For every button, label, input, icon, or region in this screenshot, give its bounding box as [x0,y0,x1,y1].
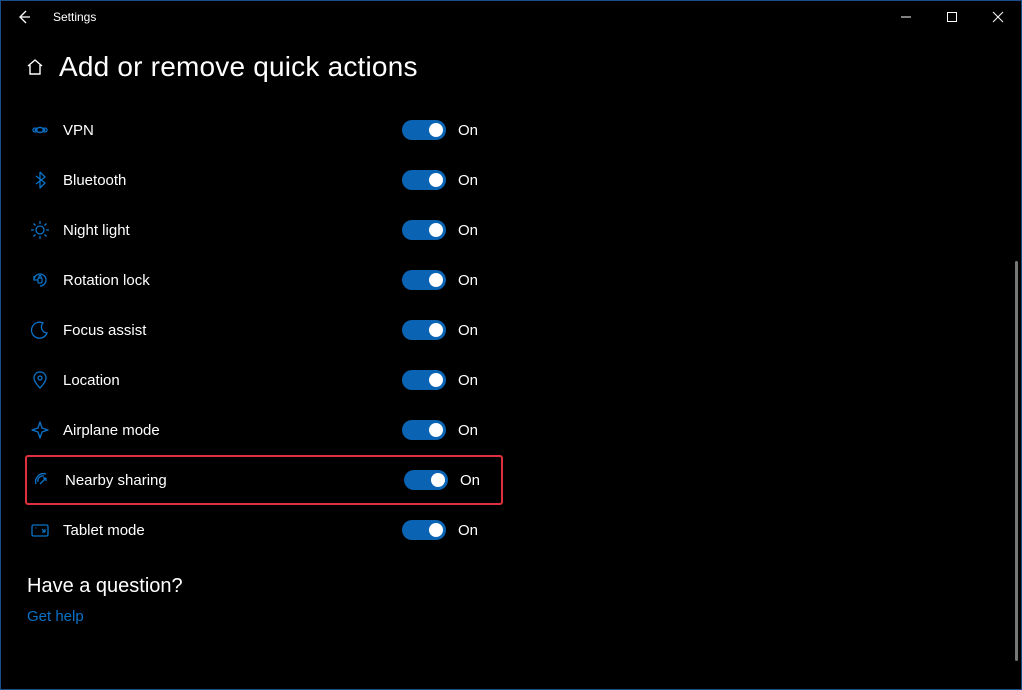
toggle-knob [429,173,443,187]
tablet-mode-icon [25,520,55,540]
night-light-toggle[interactable] [402,220,446,240]
action-left: Location [25,370,402,390]
maximize-button[interactable] [929,1,975,33]
toggle-state-label: On [460,472,480,489]
action-label: Night light [55,222,130,239]
action-label: Rotation lock [55,272,150,289]
action-left: VPN [25,120,402,140]
vpn-toggle[interactable] [402,120,446,140]
window-title: Settings [47,10,96,24]
toggle-state-label: On [458,372,478,389]
rotation-lock-toggle[interactable] [402,270,446,290]
vertical-scrollbar[interactable] [1015,261,1018,661]
focus-assist-toggle[interactable] [402,320,446,340]
minimize-icon [900,11,912,23]
toggle-state-label: On [458,122,478,139]
get-help-link[interactable]: Get help [27,608,997,625]
window-controls [883,1,1021,33]
close-button[interactable] [975,1,1021,33]
toggle-knob [429,523,443,537]
close-icon [992,11,1004,23]
quick-actions-list: VPNOnBluetoothOnNight lightOnRotation lo… [25,105,503,555]
toggle-state-label: On [458,272,478,289]
action-label: Location [55,372,120,389]
action-row-location: Location On [25,355,503,405]
toggle-state-label: On [458,522,478,539]
action-label: Bluetooth [55,172,126,189]
toggle-knob [431,473,445,487]
action-row-tablet-mode: Tablet mode On [25,505,503,555]
action-row-nearby-sharing: Nearby sharing On [25,455,503,505]
content-area: Add or remove quick actions VPNOnBluetoo… [1,33,1021,625]
back-button[interactable] [1,1,47,33]
action-toggle-group: On [402,370,478,390]
action-left: Bluetooth [25,170,402,190]
minimize-button[interactable] [883,1,929,33]
night-light-icon [25,220,55,240]
action-toggle-group: On [402,520,478,540]
location-icon [25,370,55,390]
action-toggle-group: On [402,270,478,290]
help-section: Have a question? Get help [25,575,997,625]
action-toggle-group: On [402,170,478,190]
titlebar: Settings [1,1,1021,33]
maximize-icon [946,11,958,23]
bluetooth-icon [25,170,55,190]
settings-window: Settings Add or remove quick actions VPN… [0,0,1022,690]
rotation-lock-icon [25,270,55,290]
toggle-state-label: On [458,422,478,439]
location-toggle[interactable] [402,370,446,390]
focus-assist-icon [25,320,55,340]
page-title: Add or remove quick actions [59,51,418,83]
nearby-sharing-toggle[interactable] [404,470,448,490]
back-arrow-icon [16,9,32,25]
action-toggle-group: On [402,320,478,340]
action-label: Focus assist [55,322,146,339]
toggle-state-label: On [458,172,478,189]
action-row-night-light: Night light On [25,205,503,255]
help-heading: Have a question? [27,575,997,598]
action-row-rotation-lock: Rotation lock On [25,255,503,305]
nearby-sharing-icon [27,470,57,490]
action-left: Nearby sharing [27,470,404,490]
toggle-state-label: On [458,222,478,239]
toggle-knob [429,273,443,287]
action-toggle-group: On [402,420,478,440]
action-row-vpn: VPN On [25,105,503,155]
action-left: Rotation lock [25,270,402,290]
airplane-mode-icon [25,420,55,440]
tablet-mode-toggle[interactable] [402,520,446,540]
toggle-state-label: On [458,322,478,339]
toggle-knob [429,223,443,237]
action-left: Tablet mode [25,520,402,540]
action-toggle-group: On [402,220,478,240]
action-label: Airplane mode [55,422,160,439]
airplane-mode-toggle[interactable] [402,420,446,440]
page-header: Add or remove quick actions [25,51,997,83]
action-left: Night light [25,220,402,240]
action-label: Nearby sharing [57,472,167,489]
bluetooth-toggle[interactable] [402,170,446,190]
action-row-focus-assist: Focus assist On [25,305,503,355]
toggle-knob [429,323,443,337]
action-toggle-group: On [402,120,478,140]
action-left: Airplane mode [25,420,402,440]
home-icon[interactable] [25,57,45,77]
vpn-icon [25,120,55,140]
toggle-knob [429,123,443,137]
action-label: VPN [55,122,94,139]
action-row-bluetooth: Bluetooth On [25,155,503,205]
action-label: Tablet mode [55,522,145,539]
action-toggle-group: On [404,470,480,490]
action-row-airplane-mode: Airplane mode On [25,405,503,455]
toggle-knob [429,373,443,387]
toggle-knob [429,423,443,437]
action-left: Focus assist [25,320,402,340]
